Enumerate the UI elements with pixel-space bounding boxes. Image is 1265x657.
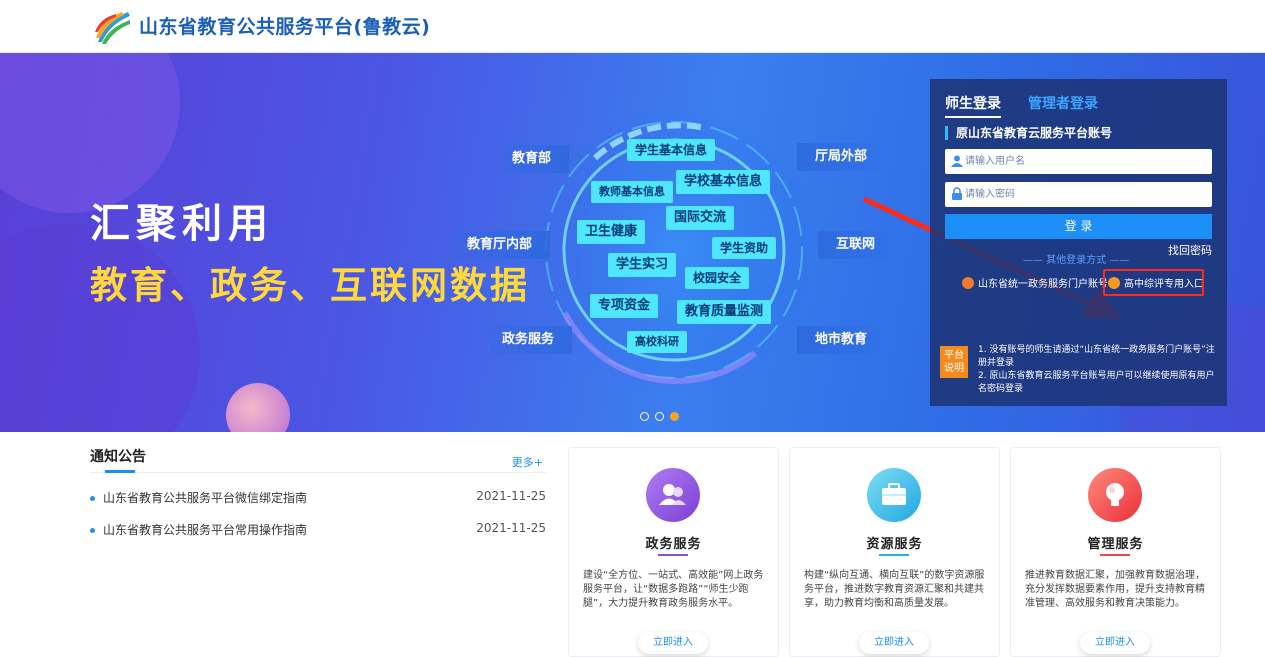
carousel-dot[interactable] — [655, 412, 664, 421]
card-divider — [879, 554, 909, 556]
username-input[interactable] — [965, 149, 1205, 174]
notice-item[interactable]: 山东省教育公共服务平台常用操作指南 2021-11-25 — [90, 521, 546, 538]
login-button[interactable]: 登 录 — [945, 214, 1212, 239]
enter-button[interactable]: 立即进入 — [859, 632, 929, 654]
card-divider — [658, 554, 688, 556]
card-description: 推进教育数据汇聚，加强教育数据治理，充分发挥数据要素作用，提升支持教育精准管理、… — [1025, 570, 1205, 609]
login-panel: 师生登录 管理者登录 原山东省教育云服务平台账号 登 录 找回密码 —— 其他登… — [930, 79, 1227, 406]
gov-portal-login-label: 山东省统一政务服务门户账号 — [978, 279, 1108, 290]
notice-title: 通知公告 — [90, 449, 146, 465]
service-card-government: 政务服务 建设“全方位、一站式、高效能”网上政务服务平台，让“数据多跑路”“师生… — [568, 447, 779, 657]
data-tag: 教育质量监测 — [677, 300, 772, 324]
data-tag: 教师基本信息 — [591, 181, 673, 203]
notice-title-underline — [105, 470, 135, 473]
data-tag: 卫生健康 — [577, 220, 646, 244]
site-header: 山东省教育公共服务平台(鲁教云) — [0, 0, 1265, 53]
site-logo-icon[interactable] — [92, 8, 132, 46]
bullet-icon — [90, 496, 95, 501]
card-divider — [1100, 554, 1130, 556]
tab-teacher-login[interactable]: 师生登录 — [945, 93, 1001, 118]
source-label-right: 地市教育 — [797, 326, 880, 354]
notice-more-link[interactable]: 更多+ — [512, 454, 543, 470]
red-highlight-box — [1103, 269, 1204, 296]
source-label-right: 厅局外部 — [797, 143, 880, 171]
tab-admin-login[interactable]: 管理者登录 — [1028, 93, 1098, 113]
gov-portal-icon — [962, 276, 974, 289]
service-card-resource: 资源服务 构建“纵向互通、横向互联”的数字资源服务平台，推进数字教育资源汇聚和共… — [789, 447, 1000, 657]
notice-item[interactable]: 山东省教育公共服务平台微信绑定指南 2021-11-25 — [90, 489, 546, 506]
data-tag: 学生实习 — [608, 253, 677, 277]
data-tag: 专项资金 — [590, 294, 659, 318]
platform-note-badge: 平台说明 — [940, 346, 968, 378]
notice-item-title[interactable]: 山东省教育公共服务平台常用操作指南 — [103, 523, 307, 537]
decor-blob — [0, 53, 180, 213]
site-title[interactable]: 山东省教育公共服务平台(鲁教云) — [139, 12, 430, 39]
notice-section: 通知公告 更多+ 山东省教育公共服务平台微信绑定指南 2021-11-25 山东… — [90, 446, 546, 537]
notice-item-title[interactable]: 山东省教育公共服务平台微信绑定指南 — [103, 491, 307, 505]
platform-note-text: 1. 没有账号的师生请通过“山东省统一政务服务门户账号”注册并登录 2. 原山东… — [978, 344, 1218, 396]
password-input[interactable] — [965, 182, 1205, 207]
card-title: 政务服务 — [645, 537, 702, 552]
source-label-left: 教育厅内部 — [455, 231, 551, 259]
source-label-left: 政务服务 — [490, 326, 573, 354]
notice-item-date: 2021-11-25 — [476, 489, 546, 503]
service-card-management: 管理服务 推进教育数据汇聚，加强教育数据治理，充分发挥数据要素作用，提升支持教育… — [1010, 447, 1221, 657]
slogan-line-1: 汇聚利用 — [90, 201, 274, 247]
card-description: 构建“纵向互通、横向互联”的数字资源服务平台，推进数字教育资源汇聚和共建共享，助… — [804, 570, 985, 609]
card-title: 资源服务 — [866, 537, 923, 552]
carousel-dots — [640, 412, 679, 421]
notice-divider — [90, 472, 546, 473]
decor-blob — [226, 383, 290, 432]
bullet-icon — [90, 528, 95, 533]
other-login-methods-label: —— 其他登录方式 —— — [1023, 255, 1130, 266]
data-tag: 学生资助 — [712, 237, 777, 259]
gov-portal-login[interactable]: 山东省统一政务服务门户账号 — [962, 275, 1108, 290]
password-field — [945, 182, 1212, 207]
notice-item-date: 2021-11-25 — [476, 521, 546, 535]
data-tag: 校园安全 — [685, 267, 750, 289]
enter-button[interactable]: 立即进入 — [1080, 632, 1150, 654]
people-icon — [646, 468, 700, 522]
card-description: 建设“全方位、一站式、高效能”网上政务服务平台，让“数据多跑路”“师生少跑腿”，… — [583, 570, 764, 609]
platform-note-2: 2. 原山东省教育云服务平台账号用户可以继续使用原有用户名密码登录 — [978, 371, 1215, 394]
data-tag: 高校科研 — [627, 331, 687, 353]
enter-button[interactable]: 立即进入 — [638, 632, 708, 654]
account-section-title: 原山东省教育云服务平台账号 — [945, 126, 1112, 140]
lightbulb-icon — [1088, 468, 1142, 522]
data-tag: 学校基本信息 — [676, 170, 771, 194]
card-title: 管理服务 — [1087, 537, 1144, 552]
username-field — [945, 149, 1212, 174]
platform-note-1: 1. 没有账号的师生请通过“山东省统一政务服务门户账号”注册并登录 — [978, 345, 1215, 368]
data-tag: 国际交流 — [666, 206, 735, 230]
user-icon — [951, 155, 963, 167]
find-password-link[interactable]: 找回密码 — [1168, 242, 1212, 258]
source-label-left: 教育部 — [500, 145, 570, 173]
carousel-dot[interactable] — [640, 412, 649, 421]
briefcase-icon — [867, 468, 921, 522]
carousel-dot-active[interactable] — [670, 412, 679, 421]
lock-icon — [952, 187, 962, 200]
data-tag: 学生基本信息 — [627, 139, 716, 161]
